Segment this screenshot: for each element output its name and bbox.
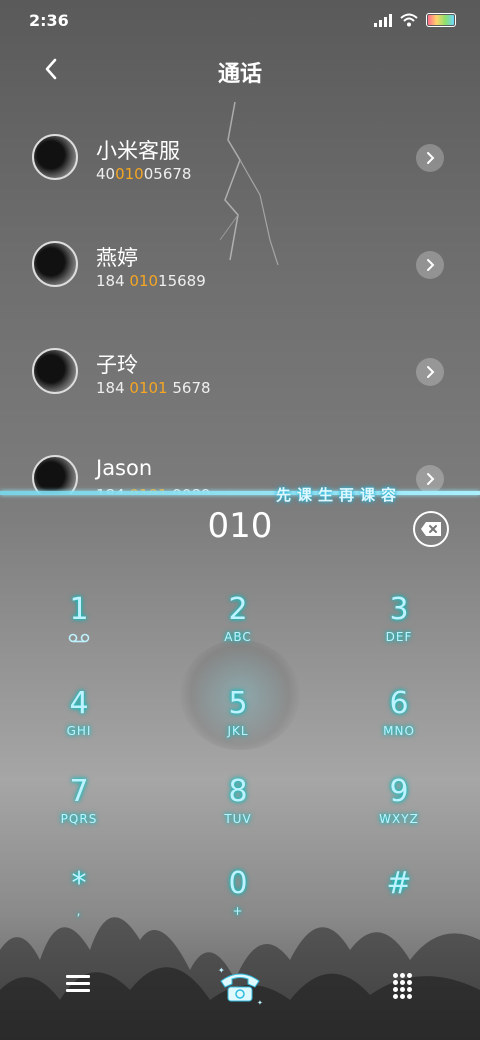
status-time: 2:36	[29, 11, 69, 30]
avatar	[32, 455, 78, 494]
delete-button[interactable]	[413, 511, 449, 547]
contact-name: 燕婷	[96, 246, 138, 270]
signal-icon	[374, 13, 392, 27]
voicemail-icon	[68, 633, 90, 643]
keypad-divider[interactable]	[0, 491, 480, 495]
status-icons	[374, 13, 456, 27]
dialed-number: 010	[207, 506, 273, 546]
svg-text:✦: ✦	[218, 966, 225, 975]
contact-detail-button[interactable]	[416, 358, 444, 386]
key-3[interactable]: 3 DEF	[344, 592, 454, 662]
contact-name: 子玲	[96, 353, 138, 377]
contact-detail-button[interactable]	[416, 251, 444, 279]
status-bar: 2:36	[0, 0, 480, 40]
chevron-right-icon	[427, 473, 435, 485]
key-1[interactable]: 1	[24, 592, 134, 662]
contact-name: Jason	[96, 456, 153, 480]
chevron-right-icon	[427, 152, 435, 164]
contact-name: 小米客服	[96, 139, 180, 163]
dialpad-button[interactable]	[392, 973, 412, 999]
page-title: 通话	[217, 62, 262, 87]
smoke-decoration	[0, 917, 480, 1040]
contact-number: 4001005678	[96, 165, 192, 183]
list-item[interactable]: 燕婷 184 01015689	[0, 217, 480, 324]
chevron-right-icon	[427, 259, 435, 271]
contact-number: 184 01015689	[96, 272, 206, 290]
key-4[interactable]: 4 GHI	[24, 686, 134, 756]
svg-text:✦: ✦	[257, 999, 263, 1007]
key-8[interactable]: 8 TUV	[183, 774, 293, 844]
wifi-icon	[400, 13, 418, 27]
chevron-right-icon	[427, 366, 435, 378]
list-item[interactable]: 子玲 184 0101 5678	[0, 324, 480, 431]
menu-button[interactable]	[66, 975, 90, 997]
key-6[interactable]: 6 MNO	[344, 686, 454, 756]
battery-icon	[426, 13, 456, 27]
contact-detail-button[interactable]	[416, 465, 444, 493]
list-item[interactable]: 小米客服 4001005678	[0, 110, 480, 217]
avatar	[32, 241, 78, 287]
key-7[interactable]: 7 PQRS	[24, 774, 134, 844]
key-2[interactable]: 2 ABC	[183, 592, 293, 662]
contact-detail-button[interactable]	[416, 144, 444, 172]
call-button[interactable]: ✦ ✦	[214, 964, 266, 1008]
contact-number: 184 0101 5678	[96, 379, 211, 397]
key-9[interactable]: 9 WXYZ	[344, 774, 454, 844]
contact-list[interactable]: 小米客服 4001005678 燕婷 184 01015689 子玲 184 0…	[0, 110, 480, 494]
menu-icon	[66, 975, 90, 992]
backspace-icon	[421, 522, 441, 536]
phone-icon: ✦ ✦	[218, 966, 263, 1007]
avatar	[32, 134, 78, 180]
key-5[interactable]: 5 JKL	[183, 686, 293, 756]
divider-text: 先课生再课容	[276, 486, 403, 504]
list-item[interactable]: Jason 184 0101 9089	[0, 431, 480, 494]
avatar	[32, 348, 78, 394]
